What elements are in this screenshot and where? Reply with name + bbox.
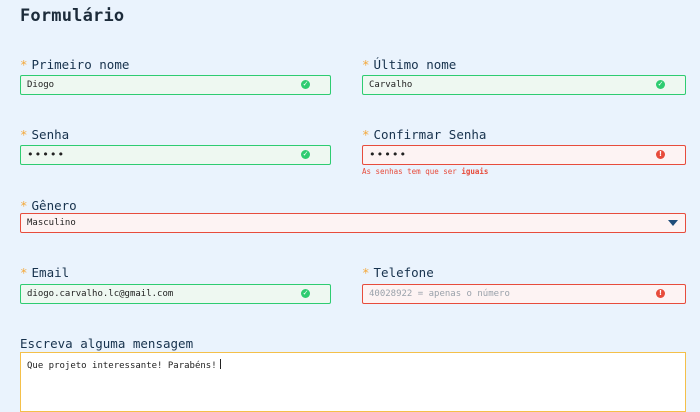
email-input[interactable]: diogo.carvalho.lc@gmail.com ✓ <box>20 284 331 304</box>
gender-select[interactable]: Masculino <box>20 213 686 233</box>
email-value: diogo.carvalho.lc@gmail.com <box>27 289 174 299</box>
required-star: * <box>362 265 370 280</box>
password-value: ••••• <box>27 148 66 161</box>
required-star: * <box>20 57 28 72</box>
phone-label: * Telefone <box>362 265 434 280</box>
email-label: * Email <box>20 265 70 280</box>
password-label: * Senha <box>20 127 70 142</box>
first-name-value: Diogo <box>27 80 55 90</box>
gender-selected-value: Masculino <box>27 218 76 228</box>
confirm-password-label: * Confirmar Senha <box>362 127 487 142</box>
required-star: * <box>20 265 28 280</box>
phone-placeholder: 40028922 = apenas o número <box>369 289 510 299</box>
check-circle-icon: ✓ <box>301 150 310 159</box>
exclamation-circle-icon: ! <box>656 150 665 159</box>
form-title: Formulário <box>20 6 125 26</box>
text-cursor <box>219 359 221 369</box>
caret-down-icon[interactable] <box>668 220 678 226</box>
confirm-password-input[interactable]: ••••• ! <box>362 145 686 165</box>
required-star: * <box>20 198 28 213</box>
message-value: Que projeto interessante! Parabéns! <box>27 359 221 371</box>
check-circle-icon: ✓ <box>301 80 310 89</box>
gender-label: * Gênero <box>20 198 77 213</box>
check-circle-icon: ✓ <box>656 80 665 89</box>
exclamation-circle-icon: ! <box>656 289 665 298</box>
required-star: * <box>362 57 370 72</box>
last-name-input[interactable]: Carvalho ✓ <box>362 75 686 95</box>
message-textarea[interactable]: Que projeto interessante! Parabéns! <box>20 352 686 412</box>
required-star: * <box>362 127 370 142</box>
last-name-label: * Último nome <box>362 57 457 72</box>
message-label: Escreva alguma mensagem <box>20 336 194 351</box>
first-name-label: * Primeiro nome <box>20 57 130 72</box>
check-circle-icon: ✓ <box>301 289 310 298</box>
password-input[interactable]: ••••• ✓ <box>20 145 331 165</box>
required-star: * <box>20 127 28 142</box>
password-mismatch-error: As senhas tem que ser iguais <box>362 167 489 176</box>
confirm-password-value: ••••• <box>369 148 408 161</box>
phone-input[interactable]: 40028922 = apenas o número ! <box>362 284 686 304</box>
first-name-input[interactable]: Diogo ✓ <box>20 75 331 95</box>
last-name-value: Carvalho <box>369 80 413 90</box>
